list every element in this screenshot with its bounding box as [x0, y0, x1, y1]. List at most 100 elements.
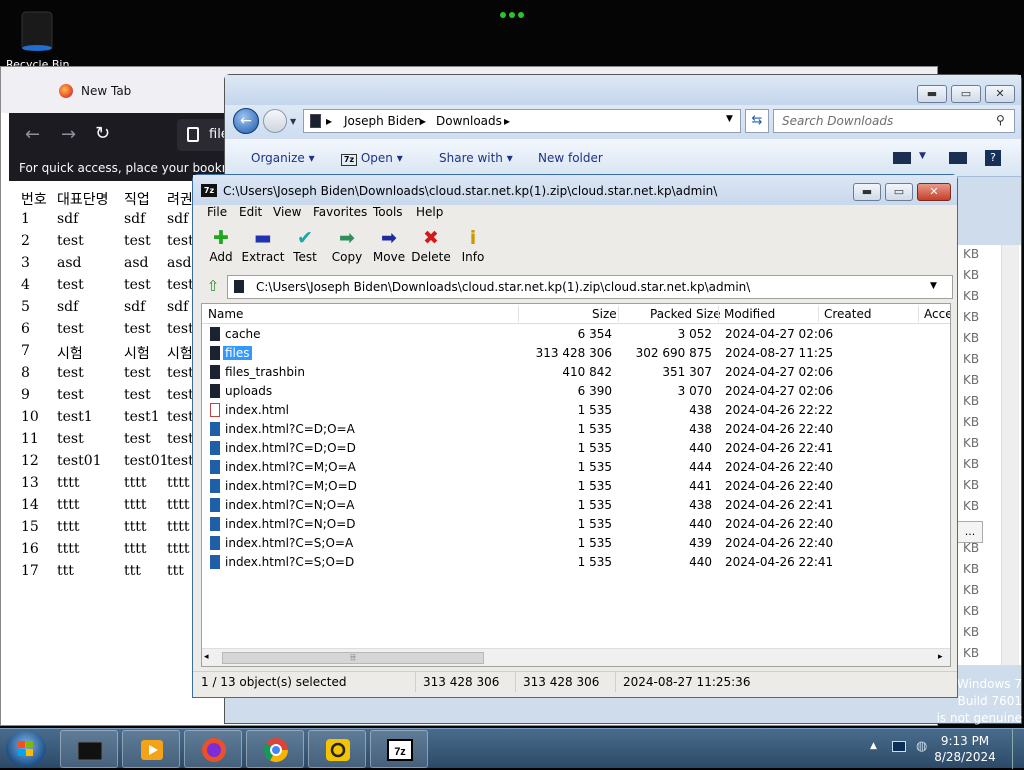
col-created[interactable]: Created	[824, 307, 872, 321]
status-packed: 313 428 306	[523, 675, 600, 689]
taskbar-bitlocker[interactable]	[60, 730, 118, 768]
menu-tools[interactable]: Tools	[373, 205, 403, 219]
action-center-icon[interactable]	[892, 741, 906, 752]
info-button[interactable]: i Info	[451, 227, 495, 271]
explorer-titlebar[interactable]: ▬ ▭ ✕	[225, 75, 1021, 105]
delete-button[interactable]: ✖ Delete	[409, 227, 453, 271]
file-row[interactable]: cache 6 354 3 052 2024-04-27 02:06	[202, 325, 950, 344]
column-divider[interactable]	[718, 306, 719, 322]
breadcrumb-user[interactable]: Joseph Biden	[344, 114, 422, 128]
network-icon[interactable]: ◍	[916, 739, 927, 754]
table-cell: tttt	[167, 475, 190, 491]
reload-icon[interactable]: ↻	[95, 123, 110, 144]
back-arrow-icon[interactable]: ←	[233, 108, 259, 134]
close-button[interactable]: ✕	[917, 183, 951, 201]
column-divider[interactable]	[618, 306, 619, 322]
minimize-button[interactable]: ▬	[917, 85, 947, 103]
scroll-left-icon[interactable]: ◂	[204, 652, 209, 662]
breadcrumb-arrow-icon[interactable]: ▸	[420, 114, 426, 128]
browser-tab[interactable]: New Tab	[45, 77, 225, 107]
file-size: 1 535	[577, 479, 612, 493]
new-folder-button[interactable]: New folder	[538, 151, 603, 165]
taskbar-7zip[interactable]: 7z	[370, 730, 428, 768]
test-button[interactable]: ✔ Test	[283, 227, 327, 271]
taskbar-anydesk[interactable]	[308, 730, 366, 768]
table-cell: 15	[21, 519, 39, 535]
explorer-scrollbar[interactable]	[1001, 245, 1019, 665]
taskbar-chrome[interactable]	[246, 730, 304, 768]
maximize-button[interactable]: ▭	[885, 183, 913, 201]
add-button[interactable]: ✚ Add	[199, 227, 243, 271]
taskbar-firefox[interactable]	[184, 730, 242, 768]
scroll-right-icon[interactable]: ▸	[938, 652, 943, 662]
chevron-down-icon[interactable]: ▼	[930, 281, 937, 291]
col-name[interactable]: Name	[208, 307, 243, 321]
file-row[interactable]: index.html 1 535 438 2024-04-26 22:22	[202, 401, 950, 420]
taskbar-media-player[interactable]	[122, 730, 180, 768]
search-icon[interactable]: ⚲	[996, 113, 1005, 127]
menu-favorites[interactable]: Favorites	[313, 205, 367, 219]
7zip-titlebar[interactable]: 7z C:\Users\Joseph Biden\Downloads\cloud…	[193, 175, 957, 205]
forward-arrow-icon[interactable]	[263, 109, 287, 133]
search-input[interactable]: Search Downloads ⚲	[773, 109, 1015, 133]
col-size[interactable]: Size	[592, 307, 617, 321]
refresh-icon[interactable]: ⇆	[745, 109, 769, 133]
horizontal-scrollbar[interactable]: ◂ ⦙⦙⦙ ▸	[202, 648, 950, 666]
history-dropdown-icon[interactable]: ▼	[290, 117, 296, 126]
back-arrow-icon[interactable]: ←	[25, 124, 40, 145]
menu-edit[interactable]: Edit	[239, 205, 262, 219]
clock[interactable]: 9:13 PM 8/28/2024	[930, 733, 1000, 765]
view-options-icon[interactable]	[893, 152, 911, 164]
col-packed[interactable]: Packed Size	[650, 307, 721, 321]
address-bar[interactable]: ▸ Joseph Biden ▸ Downloads ▸ ▼	[303, 109, 741, 133]
chevron-down-icon[interactable]: ▼	[726, 114, 733, 124]
col-accessed[interactable]: Acce	[924, 307, 950, 321]
file-row[interactable]: index.html?C=M;O=A 1 535 444 2024-04-26 22:…	[202, 458, 950, 477]
path-input[interactable]: C:\Users\Joseph Biden\Downloads\cloud.st…	[227, 275, 953, 299]
file-row[interactable]: index.html?C=S;O=D 1 535 440 2024-04-26 22:…	[202, 553, 950, 572]
menu-help[interactable]: Help	[416, 205, 443, 219]
open-button[interactable]: 7z Open ▾	[341, 151, 403, 166]
table-cell: 1	[21, 211, 30, 227]
file-row[interactable]: index.html?C=M;O=D 1 535 441 2024-04-26 22:…	[202, 477, 950, 496]
column-divider[interactable]	[518, 306, 519, 322]
size-unit: KB	[963, 352, 980, 366]
maximize-button[interactable]: ▭	[951, 85, 981, 103]
folder-up-icon[interactable]: ⇧	[205, 277, 221, 295]
column-divider[interactable]	[818, 306, 819, 322]
forward-arrow-icon[interactable]: →	[61, 124, 76, 145]
menu-view[interactable]: View	[273, 205, 301, 219]
chevron-down-icon[interactable]: ▼	[919, 151, 926, 161]
move-button[interactable]: ➡ Move	[367, 227, 411, 271]
extract-button[interactable]: ▬ Extract	[241, 227, 285, 271]
table-cell: 6	[21, 321, 30, 337]
copy-button[interactable]: ➡ Copy	[325, 227, 369, 271]
breadcrumb-arrow-icon[interactable]: ▸	[326, 114, 332, 128]
col-modified[interactable]: Modified	[724, 307, 775, 321]
file-row[interactable]: files_trashbin 410 842 351 307 2024-04-27 0…	[202, 363, 950, 382]
column-divider[interactable]	[918, 306, 919, 322]
breadcrumb-arrow-icon[interactable]: ▸	[504, 114, 510, 128]
share-with-button[interactable]: Share with ▾	[439, 151, 513, 165]
file-row[interactable]: uploads 6 390 3 070 2024-04-27 02:06	[202, 382, 950, 401]
start-button[interactable]	[6, 731, 46, 767]
file-row[interactable]: index.html?C=D;O=D 1 535 440 2024-04-26 22:…	[202, 439, 950, 458]
recycle-bin-icon[interactable]	[18, 8, 58, 54]
file-row[interactable]: files 313 428 306 302 690 875 2024-08-27 11…	[202, 344, 950, 363]
file-row[interactable]: index.html?C=D;O=A 1 535 438 2024-04-26 22:…	[202, 420, 950, 439]
help-icon[interactable]: ?	[985, 150, 1001, 166]
show-desktop-button[interactable]	[1012, 729, 1024, 769]
tray-expand-icon[interactable]: ▲	[870, 741, 877, 751]
organize-button[interactable]: Organize ▾	[251, 151, 315, 165]
minimize-button[interactable]: ▬	[853, 183, 881, 201]
close-button[interactable]: ✕	[985, 85, 1015, 103]
breadcrumb-downloads[interactable]: Downloads	[436, 114, 502, 128]
taskbar: 7z ▲ ◍ 9:13 PM 8/28/2024	[0, 728, 1024, 769]
file-row[interactable]: index.html?C=S;O=A 1 535 439 2024-04-26 22:…	[202, 534, 950, 553]
preview-pane-icon[interactable]	[949, 152, 967, 164]
menu-file[interactable]: File	[207, 205, 227, 219]
file-size: 313 428 306	[535, 346, 612, 360]
file-row[interactable]: index.html?C=N;O=D 1 535 440 2024-04-26 22:…	[202, 515, 950, 534]
file-row[interactable]: index.html?C=N;O=A 1 535 438 2024-04-26 22:…	[202, 496, 950, 515]
scroll-thumb[interactable]: ⦙⦙⦙	[222, 652, 484, 664]
